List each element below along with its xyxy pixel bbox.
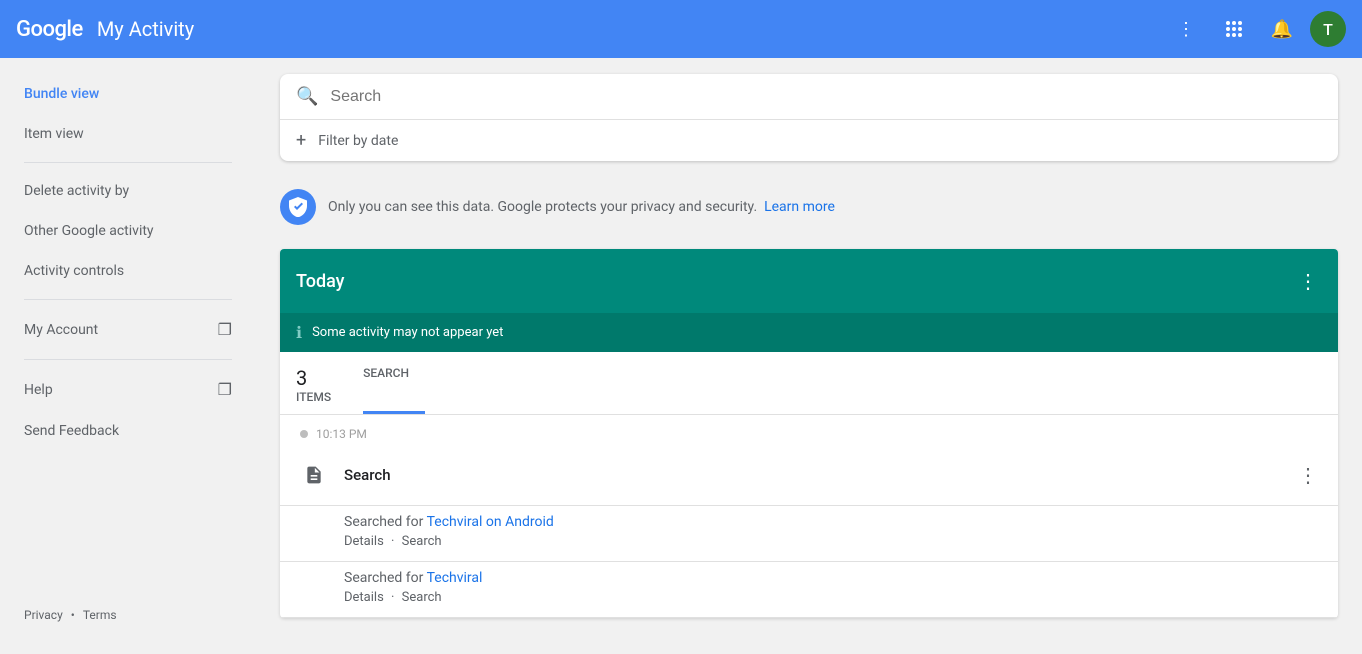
info-icon: ℹ bbox=[296, 323, 302, 342]
notifications-button[interactable]: 🔔 bbox=[1262, 9, 1302, 49]
header-icons: ⋮ 🔔 T bbox=[1166, 9, 1346, 49]
terms-link[interactable]: Terms bbox=[83, 608, 117, 622]
app-title: My Activity bbox=[97, 17, 194, 41]
items-count: 3 bbox=[296, 366, 331, 390]
today-notice-text: Some activity may not appear yet bbox=[312, 325, 503, 340]
app-header: Google My Activity ⋮ 🔔 T bbox=[0, 0, 1362, 58]
search-container: 🔍 + Filter by date bbox=[280, 74, 1338, 161]
apps-button[interactable] bbox=[1214, 9, 1254, 49]
time-label: 10:13 PM bbox=[316, 427, 367, 441]
shield-svg bbox=[289, 197, 307, 217]
today-header: Today bbox=[280, 249, 1338, 313]
search-icon: 🔍 bbox=[296, 86, 318, 107]
sidebar: Bundle view Item view Delete activity by… bbox=[0, 58, 256, 654]
search-text-1: Searched for Techviral on Android bbox=[344, 514, 1322, 530]
today-more-button[interactable] bbox=[1294, 265, 1322, 297]
details-link-1[interactable]: Details bbox=[344, 534, 384, 549]
activity-item-search: Search bbox=[280, 445, 1338, 506]
link-separator-1: · bbox=[391, 534, 394, 549]
search-activity-icon bbox=[296, 457, 332, 493]
search-text-2: Searched for Techviral bbox=[344, 570, 1322, 586]
sidebar-divider-1 bbox=[24, 162, 232, 163]
bell-icon: 🔔 bbox=[1271, 19, 1293, 40]
details-link-2[interactable]: Details bbox=[344, 590, 384, 605]
sidebar-item-delete-activity[interactable]: Delete activity by bbox=[0, 171, 256, 211]
help-label: Help bbox=[24, 382, 53, 398]
document-icon bbox=[304, 463, 324, 487]
sidebar-divider-2 bbox=[24, 299, 232, 300]
grid-icon bbox=[1226, 21, 1242, 37]
activity-more-button[interactable] bbox=[1294, 459, 1322, 491]
sidebar-footer: Privacy • Terms bbox=[0, 592, 256, 638]
sidebar-item-my-account[interactable]: My Account ❐ bbox=[0, 308, 256, 351]
link-separator-2: · bbox=[391, 590, 394, 605]
sidebar-item-send-feedback[interactable]: Send Feedback bbox=[0, 411, 256, 451]
searched-for-prefix-2: Searched for bbox=[344, 570, 423, 586]
privacy-main-text: Only you can see this data. Google prote… bbox=[328, 199, 757, 215]
search-detail-1: Searched for Techviral on Android Detail… bbox=[280, 506, 1338, 562]
vertical-dots-icon: ⋮ bbox=[1177, 19, 1195, 40]
privacy-notice: Only you can see this data. Google prote… bbox=[280, 177, 1338, 237]
activity-title: Search bbox=[344, 466, 1282, 484]
timeline-time-1013: 10:13 PM bbox=[280, 415, 1338, 445]
main-layout: Bundle view Item view Delete activity by… bbox=[0, 58, 1362, 654]
privacy-text: Only you can see this data. Google prote… bbox=[328, 199, 835, 215]
learn-more-link[interactable]: Learn more bbox=[764, 199, 835, 215]
filter-by-date-row[interactable]: + Filter by date bbox=[280, 119, 1338, 161]
search-query-link-2[interactable]: Techviral bbox=[427, 570, 483, 586]
filter-plus-icon: + bbox=[296, 130, 306, 151]
tab-search[interactable]: SEARCH bbox=[363, 352, 425, 414]
search-query-link-1[interactable]: Techviral on Android bbox=[427, 514, 554, 530]
search-links-2: Details · Search bbox=[344, 590, 1322, 605]
search-input[interactable] bbox=[330, 88, 1322, 106]
logo-area: Google My Activity bbox=[16, 17, 194, 42]
search-links-1: Details · Search bbox=[344, 534, 1322, 549]
privacy-link[interactable]: Privacy bbox=[24, 608, 63, 622]
help-external-icon: ❐ bbox=[218, 380, 232, 399]
items-label: ITEMS bbox=[296, 390, 331, 404]
search-detail-2: Searched for Techviral Details · Search bbox=[280, 562, 1338, 618]
sidebar-item-item-view[interactable]: Item view bbox=[0, 114, 256, 154]
sidebar-item-bundle-view[interactable]: Bundle view bbox=[0, 74, 256, 114]
google-wordmark: Google bbox=[16, 17, 83, 42]
sidebar-item-activity-controls[interactable]: Activity controls bbox=[0, 251, 256, 291]
search-label: SEARCH bbox=[363, 366, 409, 380]
sidebar-item-help[interactable]: Help ❐ bbox=[0, 368, 256, 411]
search-link-2[interactable]: Search bbox=[402, 590, 442, 605]
more-options-button[interactable]: ⋮ bbox=[1166, 9, 1206, 49]
today-title: Today bbox=[296, 271, 345, 292]
sidebar-divider-3 bbox=[24, 359, 232, 360]
search-link-1[interactable]: Search bbox=[402, 534, 442, 549]
sidebar-item-other-google[interactable]: Other Google activity bbox=[0, 211, 256, 251]
tab-items[interactable]: 3 ITEMS bbox=[296, 352, 347, 414]
searched-for-prefix-1: Searched for bbox=[344, 514, 423, 530]
activity-tabs: 3 ITEMS SEARCH bbox=[280, 352, 1338, 415]
today-notice-banner: ℹ Some activity may not appear yet bbox=[280, 313, 1338, 352]
footer-dot: • bbox=[71, 608, 75, 622]
my-account-label: My Account bbox=[24, 322, 98, 338]
filter-label: Filter by date bbox=[318, 133, 398, 149]
shield-icon bbox=[280, 189, 316, 225]
today-card: Today ℹ Some activity may not appear yet… bbox=[280, 249, 1338, 618]
search-input-row: 🔍 bbox=[280, 74, 1338, 119]
user-avatar[interactable]: T bbox=[1310, 11, 1346, 47]
external-link-icon: ❐ bbox=[218, 320, 232, 339]
activity-timeline: 10:13 PM Search Searched for bbox=[280, 415, 1338, 618]
main-content: 🔍 + Filter by date Only you can see this… bbox=[256, 58, 1362, 654]
